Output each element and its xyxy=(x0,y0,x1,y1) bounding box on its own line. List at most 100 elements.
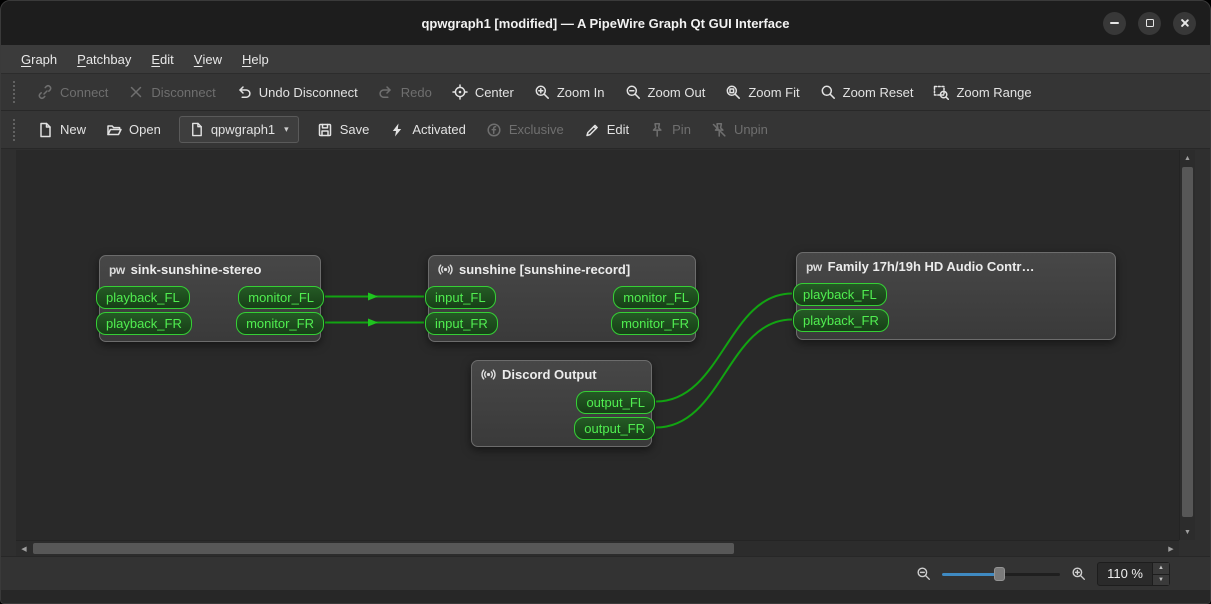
speaker-icon xyxy=(438,262,453,277)
unpin-button[interactable]: Unpin xyxy=(701,115,778,145)
window-title: qpwgraph1 [modified] — A PipeWire Graph … xyxy=(421,15,790,31)
menu-edit[interactable]: Edit xyxy=(141,45,183,73)
exclusive-toggle[interactable]: Exclusive xyxy=(476,115,574,145)
node-discord-output[interactable]: Discord Output output_FL output_FR xyxy=(471,360,655,447)
vertical-scroll-handle[interactable] xyxy=(1182,167,1193,517)
input-ports: input_FL input_FR xyxy=(425,286,498,335)
chevron-down-icon: ▾ xyxy=(284,124,289,134)
port[interactable]: playback_FL xyxy=(793,283,887,306)
pipewire-icon: pw xyxy=(109,262,125,277)
node-family-audio-controller[interactable]: pw Family 17h/19h HD Audio Contr… playba… xyxy=(793,252,1116,340)
close-button[interactable] xyxy=(1173,11,1196,35)
activated-toggle[interactable]: Activated xyxy=(379,115,475,145)
output-ports: monitor_FL monitor_FR xyxy=(611,286,699,335)
zoom-fit-icon xyxy=(725,84,741,100)
toolbar-main: Connect Disconnect Undo Disconnect Redo … xyxy=(1,74,1210,111)
minimize-icon xyxy=(1110,22,1119,24)
vertical-scrollbar[interactable]: ▲ ▼ xyxy=(1179,150,1195,540)
save-icon xyxy=(317,122,333,138)
undo-icon xyxy=(236,84,252,100)
zoom-in-icon xyxy=(1071,566,1086,581)
input-ports: playback_FL playback_FR xyxy=(793,283,889,332)
titlebar[interactable]: qpwgraph1 [modified] — A PipeWire Graph … xyxy=(1,1,1210,45)
menubar: Graph Patchbay Edit View Help xyxy=(1,45,1210,74)
scroll-left-arrow[interactable]: ◀ xyxy=(16,541,32,556)
port[interactable]: monitor_FR xyxy=(236,312,324,335)
node-title: Discord Output xyxy=(472,361,651,382)
maximize-button[interactable] xyxy=(1138,11,1161,35)
input-ports: playback_FL playback_FR xyxy=(96,286,192,335)
output-ports: output_FL output_FR xyxy=(574,391,655,440)
horizontal-scroll-handle[interactable] xyxy=(33,543,735,554)
center-icon xyxy=(452,84,468,100)
zoom-reset-button[interactable]: Zoom Reset xyxy=(810,77,924,107)
port[interactable]: playback_FR xyxy=(96,312,192,335)
pencil-icon xyxy=(584,122,600,138)
port[interactable]: output_FL xyxy=(576,391,655,414)
port[interactable]: monitor_FL xyxy=(613,286,699,309)
new-button[interactable]: New xyxy=(27,115,96,145)
zoom-slider[interactable] xyxy=(942,565,1061,583)
node-title: pw Family 17h/19h HD Audio Contr… xyxy=(806,259,1035,274)
node-title: pw sink-sunshine-stereo xyxy=(109,262,262,277)
patchbay-select[interactable]: qpwgraph1 ▾ xyxy=(178,116,299,143)
port[interactable]: input_FR xyxy=(425,312,498,335)
maximize-icon xyxy=(1145,19,1154,27)
port[interactable]: input_FL xyxy=(425,286,496,309)
open-button[interactable]: Open xyxy=(96,115,171,145)
save-button[interactable]: Save xyxy=(307,115,380,145)
graph-canvas[interactable]: pw sink-sunshine-stereo playback_FL play… xyxy=(16,150,1179,540)
node-sunshine[interactable]: sunshine [sunshine-record] input_FL inpu… xyxy=(425,255,699,342)
node-sink-sunshine-stereo[interactable]: pw sink-sunshine-stereo playback_FL play… xyxy=(96,255,324,342)
pin-button[interactable]: Pin xyxy=(639,115,701,145)
speaker-icon xyxy=(481,367,496,382)
zoom-in-icon xyxy=(534,84,550,100)
menu-graph[interactable]: Graph xyxy=(11,45,67,73)
zoom-spin-down-button[interactable]: ▼ xyxy=(1153,573,1169,585)
horizontal-scrollbar[interactable]: ◀ ▶ xyxy=(16,540,1179,556)
undo-disconnect-button[interactable]: Undo Disconnect xyxy=(226,77,368,107)
horizontal-scroll-track[interactable] xyxy=(32,541,1163,556)
zoom-fit-button[interactable]: Zoom Fit xyxy=(715,77,809,107)
new-file-icon xyxy=(37,122,53,138)
open-folder-icon xyxy=(106,122,122,138)
zoom-spin-up-button[interactable]: ▲ xyxy=(1153,562,1169,574)
window-footer xyxy=(1,590,1210,603)
redo-button[interactable]: Redo xyxy=(368,77,442,107)
zoom-range-button[interactable]: Zoom Range xyxy=(923,77,1041,107)
zoom-slider-thumb[interactable] xyxy=(993,566,1005,581)
window-controls xyxy=(1103,11,1210,35)
menu-patchbay[interactable]: Patchbay xyxy=(67,45,141,73)
wire-arrow-icon xyxy=(368,318,378,327)
wire-arrow-icon xyxy=(368,292,378,301)
port[interactable]: output_FR xyxy=(574,417,655,440)
close-icon xyxy=(1180,18,1190,28)
menu-view[interactable]: View xyxy=(184,45,232,73)
zoom-spinbox[interactable]: 110 % ▲ ▼ xyxy=(1097,561,1170,586)
minimize-button[interactable] xyxy=(1103,11,1126,35)
scroll-down-arrow[interactable]: ▼ xyxy=(1180,524,1195,540)
toolbar-drag-handle[interactable] xyxy=(13,81,15,103)
exclusive-icon xyxy=(486,122,502,138)
edit-button[interactable]: Edit xyxy=(574,115,639,145)
vertical-scroll-track[interactable] xyxy=(1180,166,1195,524)
statusbar: 110 % ▲ ▼ xyxy=(1,556,1210,590)
pipewire-icon: pw xyxy=(806,259,822,274)
zoom-in-button[interactable]: Zoom In xyxy=(524,77,615,107)
connect-button[interactable]: Connect xyxy=(27,77,118,107)
node-title: sunshine [sunshine-record] xyxy=(429,256,695,277)
zoom-slider-fill xyxy=(942,572,999,576)
zoom-out-icon xyxy=(916,566,931,581)
center-button[interactable]: Center xyxy=(442,77,524,107)
menu-help[interactable]: Help xyxy=(232,45,279,73)
port[interactable]: playback_FR xyxy=(793,309,889,332)
zoom-out-button[interactable]: Zoom Out xyxy=(615,77,716,107)
scroll-up-arrow[interactable]: ▲ xyxy=(1180,150,1195,166)
port[interactable]: playback_FL xyxy=(96,286,190,309)
port[interactable]: monitor_FL xyxy=(238,286,324,309)
toolbar-drag-handle[interactable] xyxy=(13,118,15,141)
scroll-right-arrow[interactable]: ▶ xyxy=(1163,541,1179,556)
port[interactable]: monitor_FR xyxy=(611,312,699,335)
connect-icon xyxy=(37,84,53,100)
disconnect-button[interactable]: Disconnect xyxy=(118,77,225,107)
